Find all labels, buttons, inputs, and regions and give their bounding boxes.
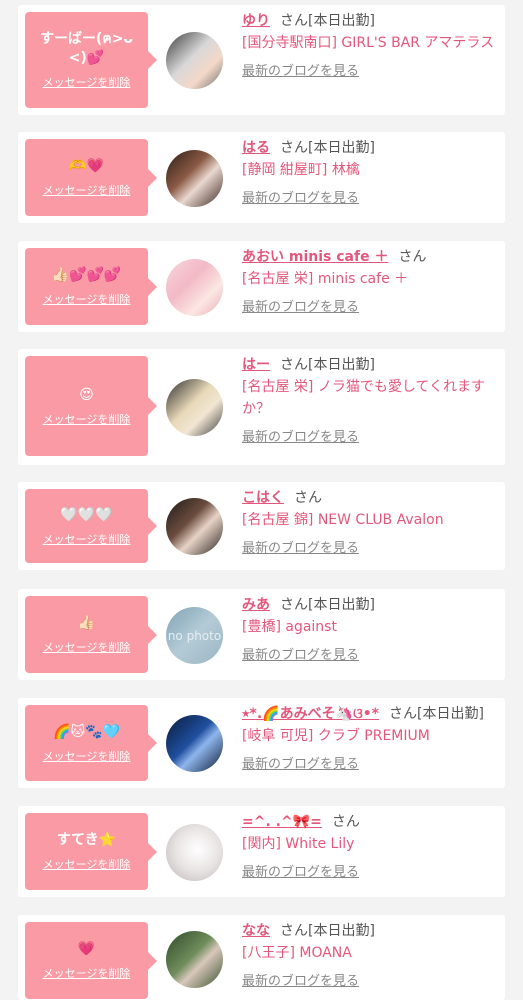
cast-name-link[interactable]: ゆり (242, 13, 270, 29)
list-item: すーばー(ฅ>ᴗ<)💕 メッセージを削除 ゆり さん[本日出勤] [国分寺駅南口]… (18, 5, 505, 115)
message-bubble: 👍🏻 メッセージを削除 (25, 596, 157, 673)
shop-name: [八王子] MOANA (242, 945, 352, 961)
cast-name-link[interactable]: =^. .^🎀= (242, 814, 322, 830)
cast-name-link[interactable]: はー (242, 357, 270, 373)
honorific: さん (331, 814, 360, 830)
avatar[interactable] (166, 824, 223, 881)
list-item: 👍🏻 メッセージを削除 no photo みあ さん[本日出勤] [豊橋] aga… (18, 589, 505, 680)
message-bubble: すてき⭐ メッセージを削除 (25, 813, 157, 890)
cast-name-link[interactable]: なな (242, 923, 270, 939)
avatar[interactable] (166, 32, 223, 89)
shop-name: [関内] White Lily (242, 836, 355, 852)
delete-message-link[interactable]: メッセージを削除 (43, 639, 131, 655)
blog-link[interactable]: 最新のブログを見る (242, 970, 359, 989)
blog-link[interactable]: 最新のブログを見る (242, 861, 359, 880)
message-text: すてき⭐ (56, 832, 117, 848)
message-text: 💗 (77, 941, 96, 957)
honorific: さん (388, 706, 417, 722)
message-bubble: 😍 メッセージを削除 (25, 356, 157, 456)
honorific: さん (280, 357, 308, 373)
cast-name-link[interactable]: こはく (242, 490, 284, 506)
working-badge: [本日出勤] (308, 357, 375, 373)
blog-link[interactable]: 最新のブログを見る (242, 187, 359, 206)
shop-name: [豊橋] against (242, 619, 337, 635)
delete-message-link[interactable]: メッセージを削除 (43, 291, 131, 307)
blog-link[interactable]: 最新のブログを見る (242, 644, 359, 663)
honorific: さん (280, 140, 308, 156)
message-bubble: 🤍🤍🤍 メッセージを削除 (25, 489, 157, 563)
shop-name: [岐阜 可児] クラブ PREMIUM (242, 728, 430, 744)
delete-message-link[interactable]: メッセージを削除 (43, 74, 131, 90)
delete-message-link[interactable]: メッセージを削除 (43, 748, 131, 764)
list-item: 😍 メッセージを削除 はー さん[本日出勤] [名古屋 栄] ノラ猫でも愛してくれ… (18, 349, 505, 465)
cast-name-link[interactable]: はる (242, 140, 270, 156)
working-badge: [本日出勤] (308, 13, 375, 29)
avatar[interactable] (166, 259, 223, 316)
shop-name: [名古屋 栄] ノラ猫でも愛してくれますか？ (242, 379, 485, 417)
list-item: すてき⭐ メッセージを削除 =^. .^🎀= さん [関内] White Lily… (18, 806, 505, 897)
shop-name: [名古屋 錦] NEW CLUB Avalon (242, 512, 444, 528)
shop-name: [静岡 紺屋町] 林檎 (242, 162, 360, 178)
cast-name-link[interactable]: みあ (242, 597, 270, 613)
blog-link[interactable]: 最新のブログを見る (242, 537, 359, 556)
working-badge: [本日出勤] (308, 140, 375, 156)
honorific: さん (294, 490, 322, 506)
delete-message-link[interactable]: メッセージを削除 (43, 182, 131, 198)
avatar[interactable]: no photo (166, 607, 223, 664)
list-item: 🫶💗 メッセージを削除 はる さん[本日出勤] [静岡 紺屋町] 林檎 最新のブロ… (18, 132, 505, 223)
message-text: 😍 (79, 386, 94, 403)
shop-name: [国分寺駅南口] GIRL'S BAR アマテラス (242, 35, 495, 51)
delete-message-link[interactable]: メッセージを削除 (43, 411, 131, 427)
avatar[interactable] (166, 498, 223, 555)
message-bubble: すーばー(ฅ>ᴗ<)💕 メッセージを削除 (25, 12, 157, 108)
working-badge: [本日出勤] (308, 923, 375, 939)
working-badge: [本日出勤] (308, 597, 375, 613)
avatar[interactable] (166, 715, 223, 772)
message-text: 🫶💗 (69, 158, 104, 174)
honorific: さん (398, 249, 427, 265)
cast-name-link[interactable]: ⭒*.🌈あみべそ🦄ଓ•* (242, 706, 379, 722)
cast-info: はー さん[本日出勤] [名古屋 栄] ノラ猫でも愛してくれますか？ 最新のブログ… (242, 354, 499, 445)
message-text: 👍🏻 (77, 615, 96, 631)
message-bubble: 👍🏻💕💕💕 メッセージを削除 (25, 248, 157, 325)
message-text: 🤍🤍🤍 (60, 506, 113, 523)
honorific: さん (280, 597, 308, 613)
cast-info: あおい minis cafe ＋さん [名古屋 栄] minis cafe ＋ … (242, 246, 499, 315)
list-item: 🌈🐱🐾🩵 メッセージを削除 ⭒*.🌈あみべそ🦄ଓ•* さん[本日出勤] [岐阜 可… (18, 698, 505, 788)
list-item: 🤍🤍🤍 メッセージを削除 こはく さん [名古屋 錦] NEW CLUB Aval… (18, 482, 505, 570)
blog-link[interactable]: 最新のブログを見る (242, 753, 359, 772)
honorific: さん (280, 13, 308, 29)
cast-info: みあ さん[本日出勤] [豊橋] against 最新のブログを見る (242, 594, 499, 663)
message-text: 👍🏻💕💕💕 (51, 267, 122, 283)
blog-link[interactable]: 最新のブログを見る (242, 296, 359, 315)
blog-link[interactable]: 最新のブログを見る (242, 60, 359, 79)
cast-info: ゆり さん[本日出勤] [国分寺駅南口] GIRL'S BAR アマテラス 最新の… (242, 10, 499, 79)
cast-info: こはく さん [名古屋 錦] NEW CLUB Avalon 最新のブログを見る (242, 487, 499, 556)
delete-message-link[interactable]: メッセージを削除 (43, 531, 131, 547)
list-item: 👍🏻💕💕💕 メッセージを削除 あおい minis cafe ＋ さん [名古屋 栄… (18, 241, 505, 332)
honorific: さん (280, 923, 308, 939)
cast-info: はる さん[本日出勤] [静岡 紺屋町] 林檎 最新のブログを見る (242, 137, 499, 206)
shop-name: [名古屋 栄] minis cafe ＋ (242, 271, 409, 287)
working-badge: [本日出勤] (416, 706, 484, 722)
delete-message-link[interactable]: メッセージを削除 (43, 856, 131, 872)
cast-name-link[interactable]: あおい minis cafe ＋ (242, 249, 388, 265)
message-bubble: 🌈🐱🐾🩵 メッセージを削除 (25, 705, 157, 781)
cast-info: ⭒*.🌈あみべそ🦄ଓ•* さん[本日出勤] [岐阜 可児] クラブ PREMIUM… (242, 703, 499, 772)
cast-info: なな さん[本日出勤] [八王子] MOANA 最新のブログを見る (242, 920, 499, 989)
message-text: すーばー(ฅ>ᴗ<)💕 (39, 31, 134, 66)
delete-message-link[interactable]: メッセージを削除 (43, 965, 131, 981)
message-bubble: 🫶💗 メッセージを削除 (25, 139, 157, 216)
message-bubble: 💗 メッセージを削除 (25, 922, 157, 999)
avatar[interactable] (166, 379, 223, 436)
message-text: 🌈🐱🐾🩵 (53, 723, 120, 740)
list-item: 💗 メッセージを削除 なな さん[本日出勤] [八王子] MOANA 最新のブログ… (18, 915, 505, 1000)
avatar[interactable] (166, 150, 223, 207)
cast-info: =^. .^🎀= さん [関内] White Lily 最新のブログを見る (242, 811, 499, 880)
no-photo-text: no photo (167, 628, 222, 643)
blog-link[interactable]: 最新のブログを見る (242, 426, 359, 445)
avatar[interactable] (166, 931, 223, 988)
